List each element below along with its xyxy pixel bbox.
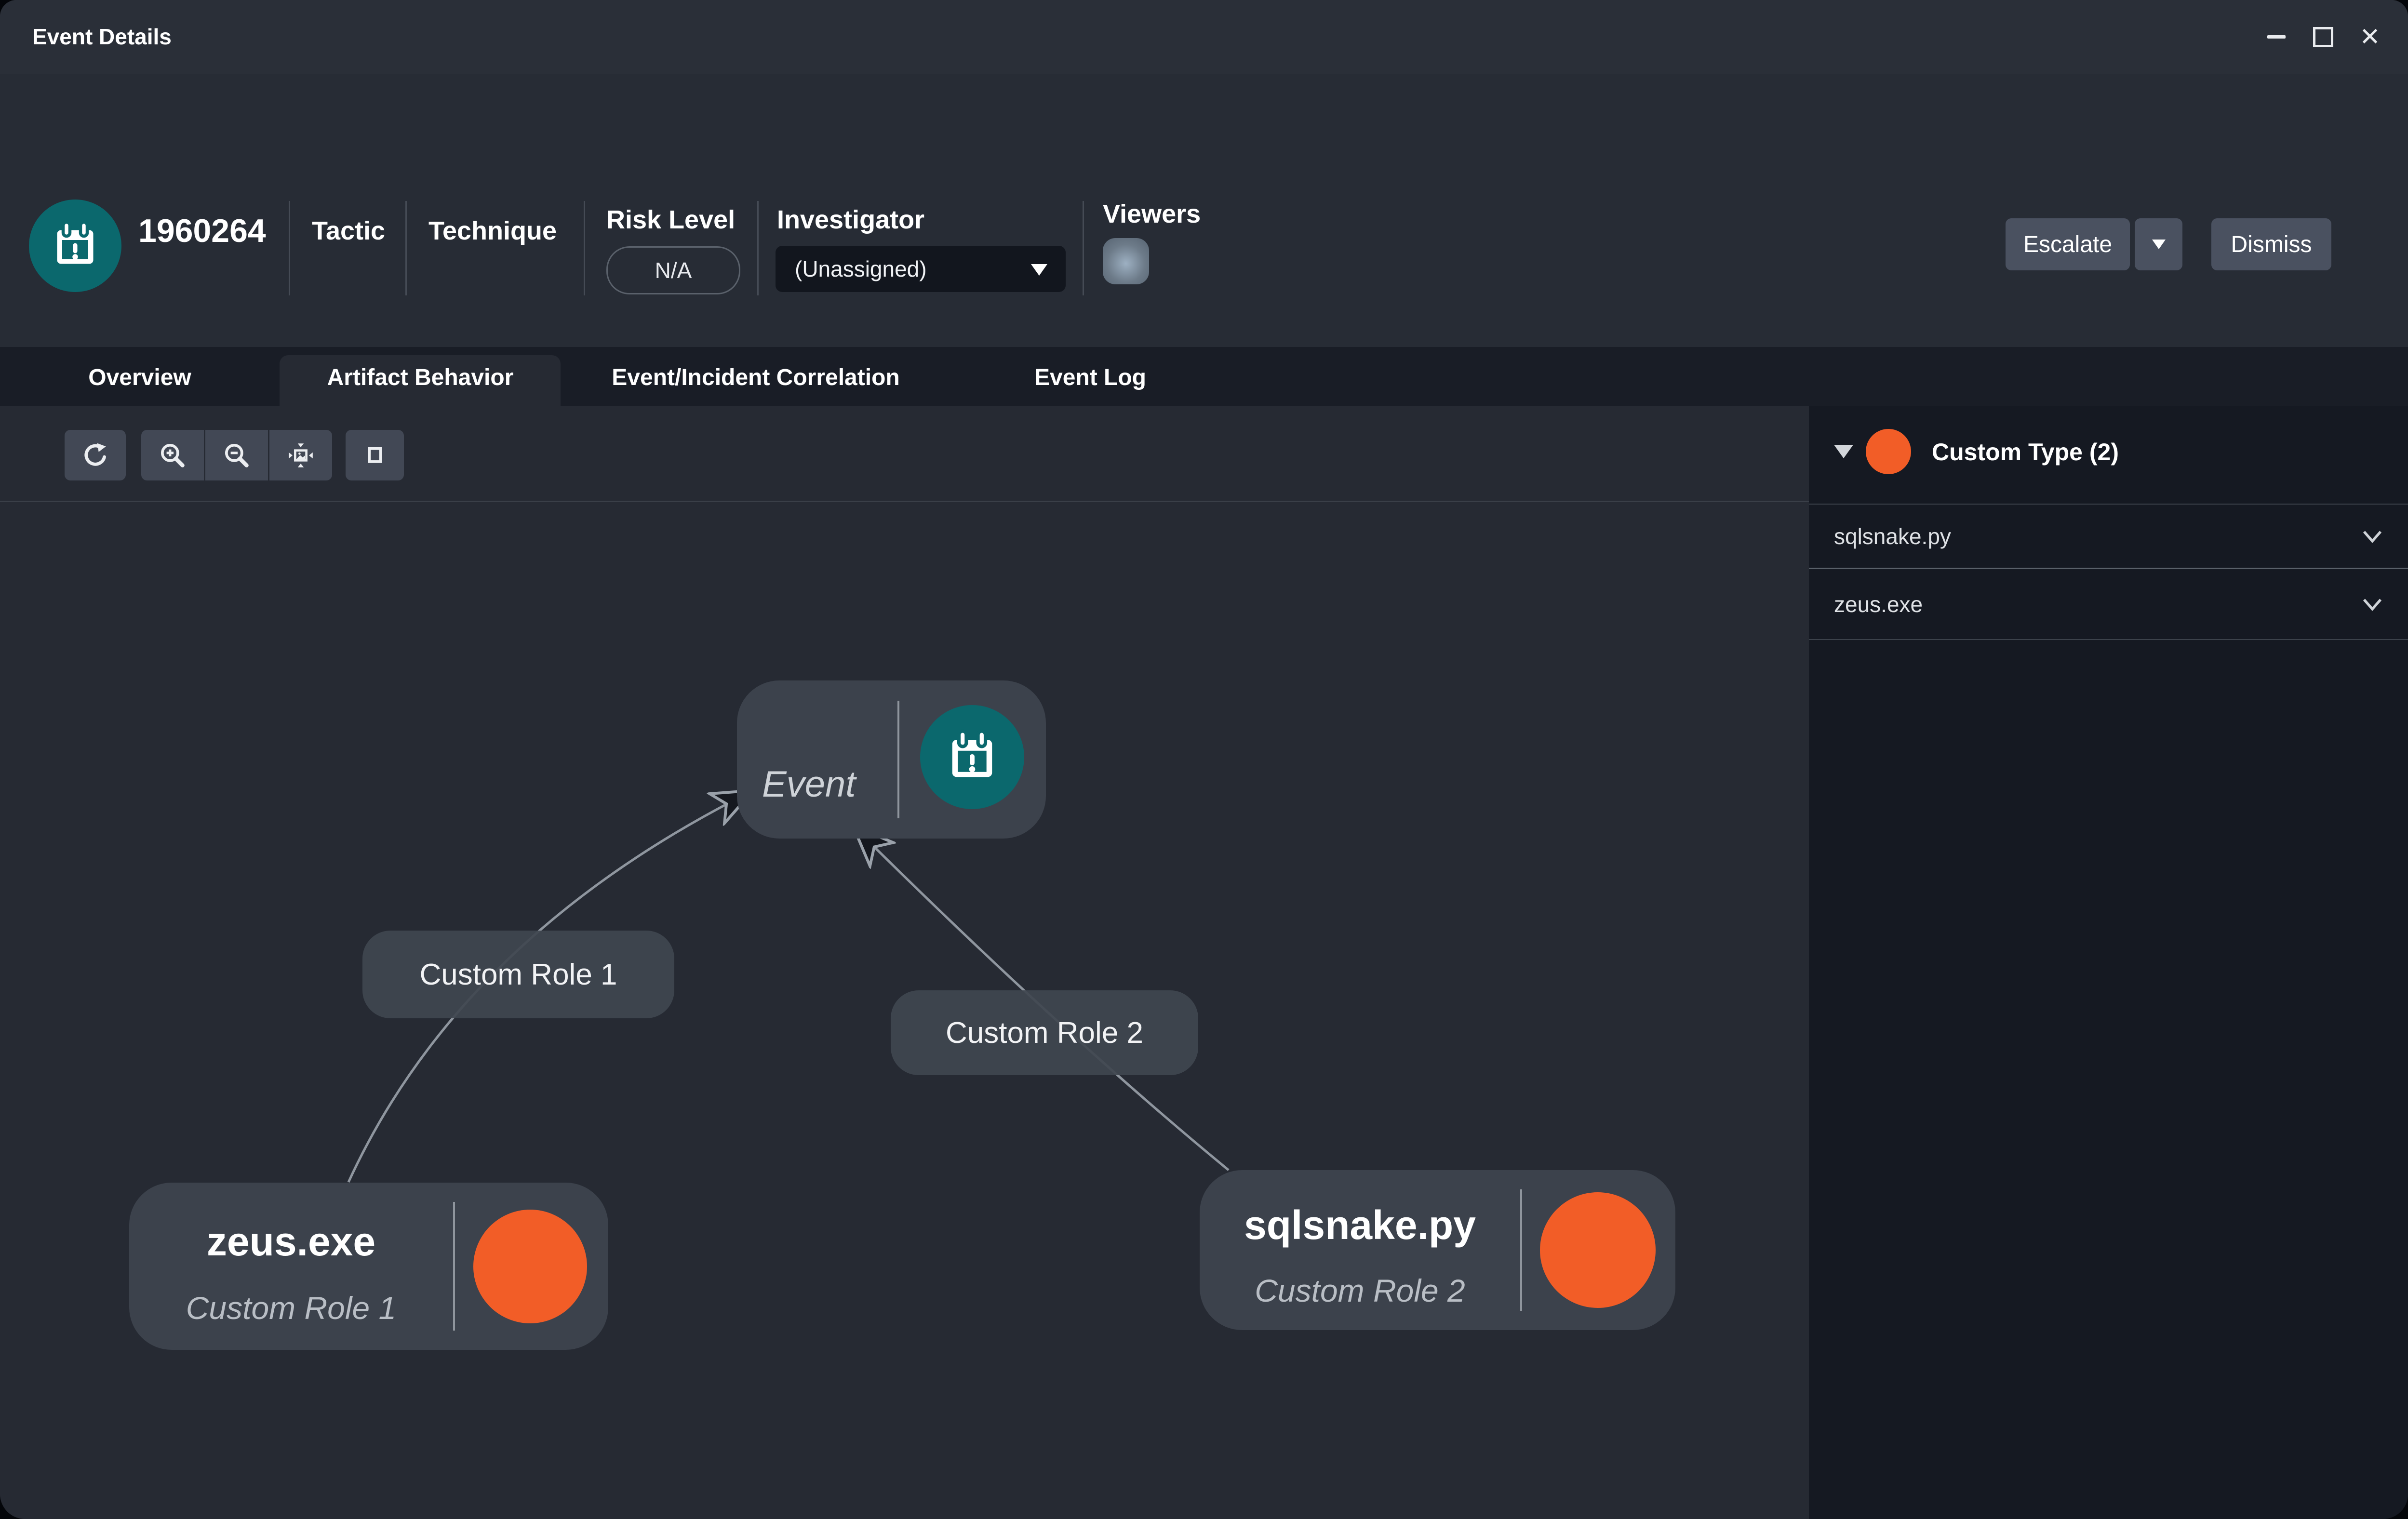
maximize-button[interactable]: [2297, 0, 2350, 74]
node-title: zeus.exe: [129, 1218, 453, 1265]
node-divider: [453, 1202, 455, 1331]
chevron-down-icon: [2152, 240, 2166, 249]
custom-type-color-dot: [1866, 429, 1911, 474]
escalate-button[interactable]: Escalate: [2006, 218, 2130, 270]
graph-node-zeus[interactable]: zeus.exe Custom Role 1: [129, 1183, 608, 1350]
graph-node-sqlsnake[interactable]: sqlsnake.py Custom Role 2: [1200, 1170, 1675, 1330]
legend-sidebar: Custom Type (2) sqlsnake.py zeus.exe: [1809, 406, 2408, 1519]
minimize-icon: [2267, 35, 2286, 39]
custom-type-group-label: Custom Type (2): [1932, 438, 2119, 466]
node-sublabel: Custom Role 1: [129, 1290, 453, 1326]
escalate-dropdown-button[interactable]: [2135, 218, 2182, 270]
sidebar-item-sqlsnake[interactable]: sqlsnake.py: [1809, 505, 2408, 568]
node-sublabel: Custom Role 2: [1200, 1272, 1520, 1309]
sidebar-divider: [1809, 639, 2408, 640]
sidebar-item-label: zeus.exe: [1834, 591, 1923, 617]
maximize-icon: [2313, 27, 2333, 47]
minimize-button[interactable]: [2250, 0, 2303, 74]
artifact-type-badge: [473, 1210, 587, 1323]
graph-node-event[interactable]: Event: [737, 680, 1046, 839]
calendar-exclamation-icon: [940, 725, 1004, 789]
event-node-label: Event: [762, 763, 856, 805]
collapse-group-icon[interactable]: [1834, 445, 1853, 458]
node-divider: [897, 701, 899, 818]
node-title: sqlsnake.py: [1200, 1202, 1520, 1249]
chevron-down-icon: [2362, 597, 2383, 612]
node-divider: [1520, 1189, 1522, 1311]
chevron-down-icon: [2362, 529, 2383, 544]
dismiss-button[interactable]: Dismiss: [2211, 218, 2331, 270]
edge-label-custom-role-1: Custom Role 1: [362, 931, 674, 1018]
artifact-type-badge: [1540, 1192, 1656, 1308]
sidebar-item-label: sqlsnake.py: [1834, 523, 1951, 549]
event-details-window: Event Details ✕ 1960264 Tactic Techniqu: [0, 0, 2408, 1519]
close-button[interactable]: ✕: [2343, 0, 2396, 74]
event-node-badge: [920, 705, 1024, 809]
close-icon: ✕: [2359, 25, 2381, 50]
edge-label-custom-role-2: Custom Role 2: [891, 990, 1198, 1075]
sidebar-item-zeus[interactable]: zeus.exe: [1809, 569, 2408, 639]
